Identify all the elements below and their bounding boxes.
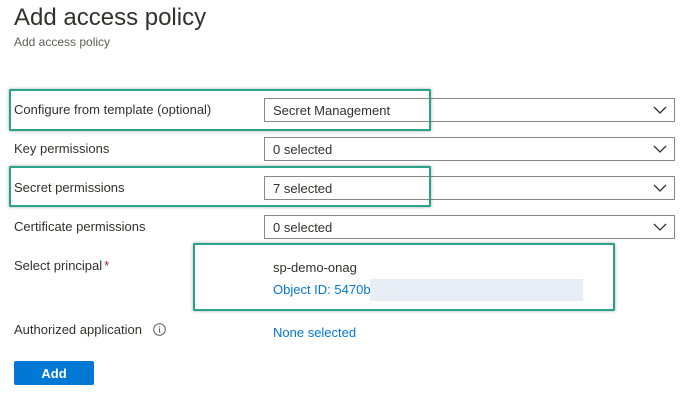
select-principal-label-text: Select principal [14,258,103,273]
certificate-permissions-value: 0 selected [273,220,333,235]
page-subtitle: Add access policy [14,35,111,49]
chevron-down-icon [653,106,667,114]
chevron-down-icon [653,223,667,231]
key-permissions-label: Key permissions [14,141,110,156]
page-title: Add access policy [14,4,207,31]
certificate-permissions-dropdown[interactable]: 0 selected [264,215,675,239]
template-dropdown[interactable]: Secret Management [264,98,675,122]
principal-name: sp-demo-onag [273,260,357,275]
chevron-down-icon [653,145,667,153]
certificate-permissions-label: Certificate permissions [14,219,146,234]
secret-permissions-value: 7 selected [273,181,333,196]
select-principal-label: Select principal * [14,258,109,274]
key-permissions-value: 0 selected [273,142,333,157]
key-permissions-dropdown[interactable]: 0 selected [264,137,675,161]
principal-object-id-link[interactable]: Object ID: 5470b [273,282,371,298]
add-button[interactable]: Add [14,361,94,385]
required-marker: * [104,258,110,273]
redaction-block [370,279,583,301]
secret-permissions-label: Secret permissions [14,180,125,195]
none-selected-link[interactable]: None selected [273,325,356,341]
chevron-down-icon [653,184,667,192]
info-icon[interactable] [153,323,166,336]
authorized-application-label: Authorized application [14,322,142,337]
template-dropdown-value: Secret Management [273,103,391,118]
template-label: Configure from template (optional) [14,102,212,117]
secret-permissions-dropdown[interactable]: 7 selected [264,176,675,200]
